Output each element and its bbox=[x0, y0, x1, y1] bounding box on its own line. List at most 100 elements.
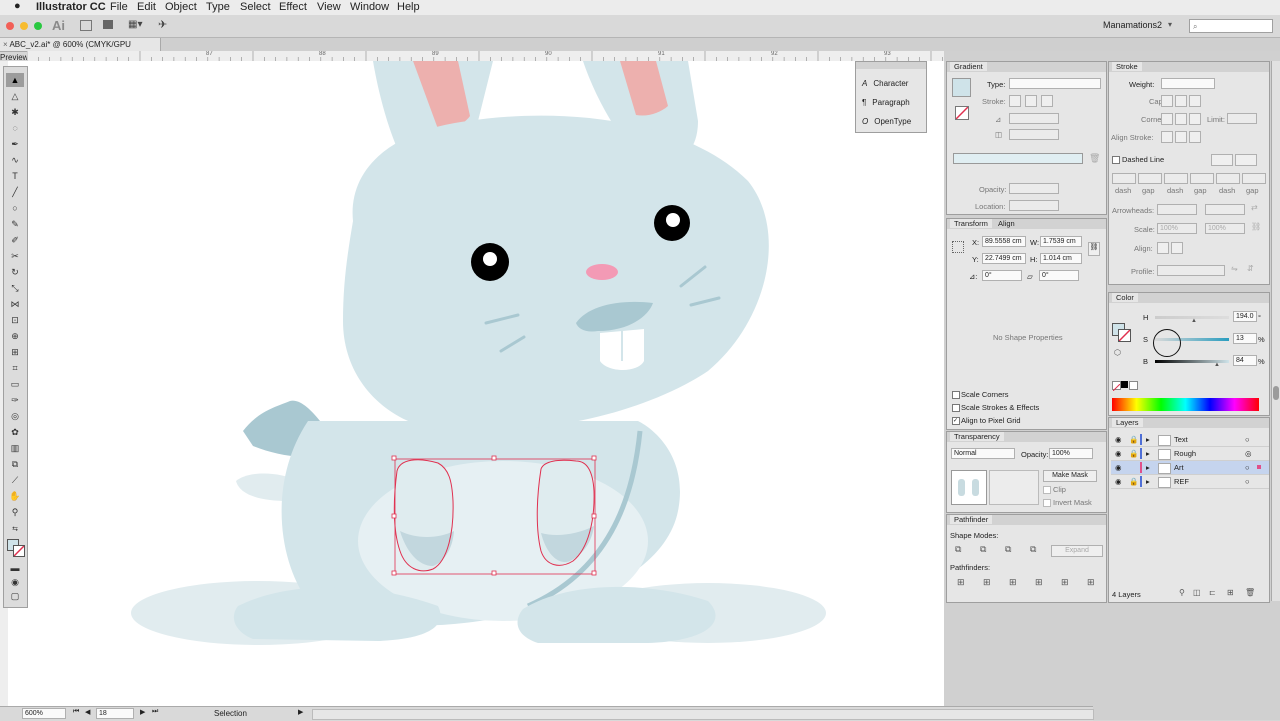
eyedropper-tool-icon[interactable]: ✑ bbox=[6, 393, 24, 407]
flip-profile-icon[interactable]: ⇋ bbox=[1231, 264, 1238, 273]
menu-type[interactable]: Type bbox=[206, 1, 230, 13]
color-mode-icon[interactable]: ▬ bbox=[6, 561, 24, 575]
outline-icon[interactable]: ⊞ bbox=[1061, 577, 1069, 588]
width-tool-icon[interactable]: ⋈ bbox=[6, 297, 24, 311]
expand-button[interactable]: Expand bbox=[1051, 545, 1103, 557]
workspace-switcher[interactable]: Manamations2 bbox=[1103, 20, 1162, 30]
apple-icon[interactable]: ● bbox=[14, 0, 21, 12]
rotate-tool-icon[interactable]: ↻ bbox=[6, 265, 24, 279]
mesh-tool-icon[interactable]: ⌗ bbox=[6, 361, 24, 375]
horizontal-scrollbar[interactable] bbox=[312, 709, 1094, 720]
stock-icon[interactable] bbox=[103, 20, 113, 29]
hue-field[interactable]: 194.0 bbox=[1233, 311, 1257, 322]
symbol-sprayer-tool-icon[interactable]: ✿ bbox=[6, 425, 24, 439]
brightness-slider-thumb[interactable]: ▲ bbox=[1214, 362, 1220, 368]
transparency-panel-tab[interactable]: Transparency bbox=[950, 432, 1004, 441]
scrollbar-thumb[interactable] bbox=[1273, 386, 1279, 400]
layer-name[interactable]: Text bbox=[1174, 433, 1188, 446]
x-position-field[interactable]: 89.5558 cm bbox=[982, 236, 1026, 247]
mask-thumbnail[interactable] bbox=[989, 470, 1039, 505]
opentype-panel-button[interactable]: O OpenType bbox=[862, 117, 911, 126]
layer-row[interactable]: ◉ 🔒 ▸ REF ○ bbox=[1111, 475, 1269, 489]
gradient-tool-icon[interactable]: ▭ bbox=[6, 377, 24, 391]
menu-object[interactable]: Object bbox=[165, 1, 197, 13]
arrow-align-tip-button[interactable] bbox=[1157, 242, 1169, 254]
layer-row[interactable]: ◉ 🔒 ▸ Text ○ bbox=[1111, 433, 1269, 447]
link-scale-icon[interactable]: ⛓ bbox=[1251, 222, 1261, 231]
align-dash-button[interactable] bbox=[1235, 154, 1257, 166]
gradient-swatch[interactable] bbox=[952, 78, 971, 97]
hue-slider-thumb[interactable]: ▲ bbox=[1191, 318, 1197, 324]
white-swatch[interactable] bbox=[1129, 381, 1138, 390]
artboard-canvas[interactable] bbox=[8, 61, 1093, 706]
vertical-scrollbar[interactable] bbox=[1271, 61, 1280, 601]
new-sublayer-icon[interactable]: ⊏ bbox=[1209, 588, 1216, 597]
gradient-location-field[interactable] bbox=[1009, 200, 1059, 211]
menu-edit[interactable]: Edit bbox=[137, 1, 156, 13]
color-spectrum-bar[interactable] bbox=[1112, 398, 1259, 411]
selection-indicator-icon[interactable] bbox=[1257, 465, 1261, 469]
minus-back-icon[interactable]: ⊞ bbox=[1087, 577, 1095, 588]
expand-arrow-icon[interactable]: ▸ bbox=[1146, 433, 1150, 446]
target-circle-icon[interactable]: ○ bbox=[1245, 461, 1250, 474]
previous-artboard-icon[interactable]: ◀ bbox=[85, 708, 90, 716]
lock-icon[interactable]: 🔒 bbox=[1129, 475, 1138, 488]
visibility-eye-icon[interactable]: ◉ bbox=[1115, 475, 1122, 488]
scale-tool-icon[interactable]: ⤡ bbox=[6, 281, 24, 295]
artboard-tool-icon[interactable]: ⧉ bbox=[6, 457, 24, 471]
slice-tool-icon[interactable]: ⟋ bbox=[6, 473, 24, 487]
last-artboard-icon[interactable]: ⏭ bbox=[152, 708, 158, 716]
align-pixel-grid-checkbox[interactable]: ✓ bbox=[952, 417, 960, 425]
tab-align[interactable]: Align bbox=[998, 219, 1015, 228]
next-artboard-icon[interactable]: ▶ bbox=[140, 708, 145, 716]
screen-mode-icon[interactable]: ▢ bbox=[6, 589, 24, 603]
stroke-across-button[interactable] bbox=[1041, 95, 1053, 107]
divide-icon[interactable]: ⊞ bbox=[957, 577, 965, 588]
gradient-opacity-field[interactable] bbox=[1009, 183, 1059, 194]
artboard-number-field[interactable]: 18 bbox=[96, 708, 134, 719]
color-panel-tab[interactable]: Color bbox=[1112, 293, 1138, 302]
shape-builder-tool-icon[interactable]: ⊕ bbox=[6, 329, 24, 343]
layers-panel-tab[interactable]: Layers bbox=[1112, 418, 1143, 427]
transparency-opacity-field[interactable]: 100% bbox=[1049, 448, 1093, 459]
clip-checkbox[interactable] bbox=[1043, 486, 1051, 494]
dash-field-2[interactable] bbox=[1164, 173, 1188, 184]
menu-help[interactable]: Help bbox=[397, 1, 420, 13]
trim-icon[interactable]: ⊞ bbox=[983, 577, 991, 588]
lasso-tool-icon[interactable]: ◌ bbox=[6, 121, 24, 135]
close-window-button[interactable] bbox=[6, 22, 14, 30]
target-circle-icon[interactable]: ◎ bbox=[1245, 447, 1252, 460]
bevel-join-button[interactable] bbox=[1189, 113, 1201, 125]
make-clipping-mask-icon[interactable]: ◫ bbox=[1193, 588, 1201, 597]
scissors-tool-icon[interactable]: ✂ bbox=[6, 249, 24, 263]
layer-name[interactable]: REF bbox=[1174, 475, 1189, 488]
make-mask-button[interactable]: Make Mask bbox=[1043, 470, 1097, 482]
visibility-eye-icon[interactable]: ◉ bbox=[1115, 461, 1122, 474]
gpu-performance-icon[interactable]: ✈ bbox=[158, 18, 167, 31]
width-field[interactable]: 1.7539 cm bbox=[1040, 236, 1082, 247]
minus-front-icon[interactable]: ⧉ bbox=[980, 544, 986, 555]
dash-field-3[interactable] bbox=[1216, 173, 1240, 184]
arrow-scale-end-field[interactable]: 100% bbox=[1205, 223, 1245, 234]
gradient-type-select[interactable] bbox=[1009, 78, 1101, 89]
paragraph-panel-button[interactable]: ¶ Paragraph bbox=[862, 98, 910, 107]
arrange-documents-icon[interactable]: ▦▾ bbox=[128, 19, 142, 30]
unite-icon[interactable]: ⧉ bbox=[955, 544, 961, 555]
expand-arrow-icon[interactable]: ▸ bbox=[1146, 447, 1150, 460]
bridge-icon[interactable] bbox=[80, 20, 92, 31]
height-field[interactable]: 1.014 cm bbox=[1040, 253, 1082, 264]
lock-icon[interactable]: 🔒 bbox=[1129, 447, 1138, 460]
flip-profile-vertical-icon[interactable]: ⇵ bbox=[1247, 264, 1254, 273]
merge-icon[interactable]: ⊞ bbox=[1009, 577, 1017, 588]
shear-field[interactable]: 0° bbox=[1039, 270, 1079, 281]
round-join-button[interactable] bbox=[1175, 113, 1187, 125]
selection-tool-icon[interactable]: ▲ bbox=[6, 73, 24, 87]
free-transform-tool-icon[interactable]: ⊡ bbox=[6, 313, 24, 327]
none-swatch[interactable] bbox=[1112, 381, 1121, 392]
first-artboard-icon[interactable]: ⏮ bbox=[73, 708, 79, 716]
gradient-aspect-field[interactable] bbox=[1009, 129, 1059, 140]
scale-corners-checkbox[interactable] bbox=[952, 391, 960, 399]
zoom-level-select[interactable]: 600% bbox=[22, 708, 66, 719]
stroke-weight-field[interactable] bbox=[1161, 78, 1215, 89]
hand-tool-icon[interactable]: ✋ bbox=[6, 489, 24, 503]
